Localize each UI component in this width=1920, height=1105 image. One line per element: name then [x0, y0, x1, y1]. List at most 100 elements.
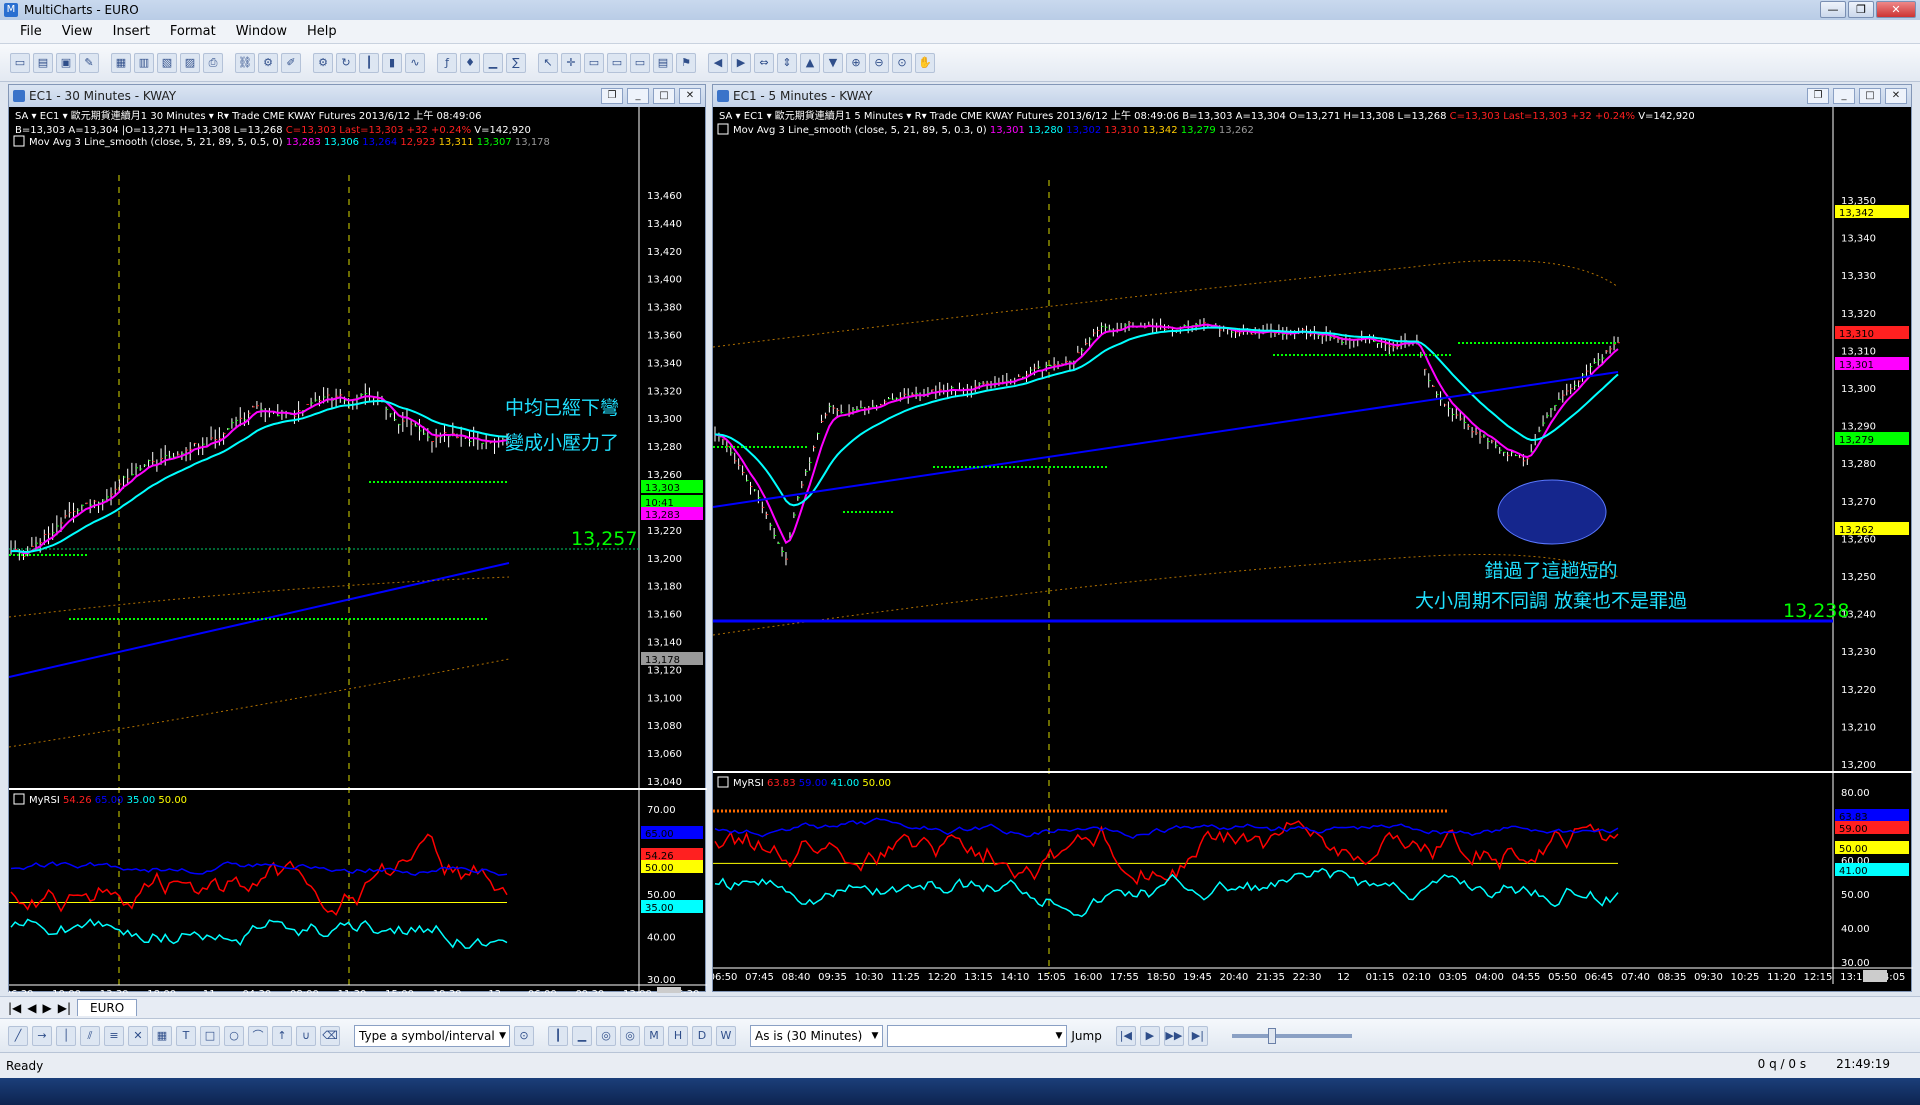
drawing-mode-icon[interactable]: ✐: [281, 52, 301, 73]
chart-canvas-30min[interactable]: SA ▾ EC1 ▾ 歐元期貨連續月1 30 Minutes ▾ R▾ Trad…: [9, 107, 707, 993]
chart-window-title[interactable]: EC1 - 30 Minutes - KWAY ❐ _ □ ✕: [9, 85, 705, 107]
expand-icon[interactable]: ⇕: [777, 52, 797, 73]
day-icon[interactable]: D: [692, 1025, 712, 1046]
zoom-in-icon[interactable]: ⊕: [846, 52, 866, 73]
trendline-icon[interactable]: ╱: [8, 1025, 28, 1046]
chevron-down-icon[interactable]: ▼: [499, 1026, 506, 1046]
volume-type-icon[interactable]: ▁: [572, 1025, 592, 1046]
new-icon[interactable]: ▭: [10, 52, 30, 73]
fibonacci-icon[interactable]: ≡: [104, 1025, 124, 1046]
scroll-start-icon[interactable]: |◀: [1115, 1025, 1136, 1046]
restore-icon[interactable]: ❐: [601, 88, 623, 104]
hour-icon[interactable]: H: [668, 1025, 688, 1046]
eraser-icon[interactable]: ⌫: [320, 1025, 340, 1046]
restore-icon[interactable]: ❐: [1807, 88, 1829, 104]
minimize-icon[interactable]: _: [627, 88, 649, 104]
chart-window-30min[interactable]: EC1 - 30 Minutes - KWAY ❐ _ □ ✕ SA ▾ EC1 ▾ …: [8, 84, 707, 993]
candle-icon[interactable]: ▮: [382, 52, 402, 73]
chart-window-5min[interactable]: EC1 - 5 Minutes - KWAY ❐ _ □ ✕ SA ▾ EC1 ▾ 歐…: [712, 84, 1913, 993]
pointer-icon[interactable]: ↖: [538, 52, 558, 73]
close-button[interactable]: ✕: [1876, 1, 1916, 18]
studies-icon[interactable]: ∑: [506, 52, 526, 73]
rectangle-icon[interactable]: □: [200, 1025, 220, 1046]
date-select[interactable]: ▼: [887, 1024, 1068, 1047]
zoom-fit-icon[interactable]: ⊙: [892, 52, 912, 73]
menu-window[interactable]: Window: [226, 24, 297, 39]
bar-chart-icon[interactable]: ┃: [359, 52, 379, 73]
search-icon[interactable]: ⊙: [514, 1025, 534, 1046]
volume-icon[interactable]: ▁: [483, 52, 503, 73]
bar-type-icon[interactable]: ┃: [548, 1025, 568, 1046]
quotes-icon[interactable]: ▤: [653, 52, 673, 73]
minimize-icon[interactable]: _: [1833, 88, 1855, 104]
ellipse-icon[interactable]: ○: [224, 1025, 244, 1046]
indicator-icon[interactable]: ƒ: [437, 52, 457, 73]
gann-icon[interactable]: ✕: [128, 1025, 148, 1046]
refresh-icon[interactable]: ↻: [336, 52, 356, 73]
arrow-up-icon[interactable]: ↑: [272, 1025, 292, 1046]
maximize-icon[interactable]: □: [1859, 88, 1881, 104]
hand-icon[interactable]: ✋: [915, 52, 935, 73]
close-icon[interactable]: ✕: [1885, 88, 1907, 104]
scroll-end-icon[interactable]: ▶|: [1187, 1025, 1208, 1046]
save-icon[interactable]: ▣: [56, 52, 76, 73]
line-chart-icon[interactable]: ∿: [405, 52, 425, 73]
sheet-tab-euro[interactable]: EURO: [77, 999, 138, 1016]
last-sheet-icon[interactable]: ▶|: [58, 1001, 71, 1015]
scanner-icon[interactable]: ▥: [134, 52, 154, 73]
arc-icon[interactable]: ⌒: [248, 1025, 268, 1046]
window-cascade-icon[interactable]: ▭: [607, 52, 627, 73]
menu-file[interactable]: File: [10, 24, 52, 39]
scroll-left-icon[interactable]: ◀: [708, 52, 728, 73]
strategy-icon[interactable]: ♦: [460, 52, 480, 73]
text-icon[interactable]: T: [176, 1025, 196, 1046]
jump-button[interactable]: Jump: [1071, 1029, 1101, 1043]
maximize-icon[interactable]: □: [653, 88, 675, 104]
menu-view[interactable]: View: [52, 24, 103, 39]
print-icon[interactable]: ⎙: [203, 52, 223, 73]
alert-icon[interactable]: ⚑: [676, 52, 696, 73]
zoom-out-icon[interactable]: ⊖: [869, 52, 889, 73]
menu-insert[interactable]: Insert: [103, 24, 160, 39]
minimize-button[interactable]: —: [1820, 1, 1846, 18]
scale-up-icon[interactable]: ▲: [800, 52, 820, 73]
window-tile-icon[interactable]: ▭: [584, 52, 604, 73]
channel-icon[interactable]: ⫽: [80, 1025, 100, 1046]
window-arrange-icon[interactable]: ▭: [630, 52, 650, 73]
settings-icon[interactable]: ⚙: [313, 52, 333, 73]
menu-format[interactable]: Format: [160, 24, 226, 39]
link-icon[interactable]: ⛓: [235, 52, 255, 73]
portfolio-icon[interactable]: ▨: [180, 52, 200, 73]
edit-icon[interactable]: ✎: [79, 52, 99, 73]
vertical-line-icon[interactable]: │: [56, 1025, 76, 1046]
scroll-right-icon[interactable]: ▶: [731, 52, 751, 73]
play-icon[interactable]: ▶: [1139, 1025, 1160, 1046]
ray-icon[interactable]: →: [32, 1025, 52, 1046]
prev-sheet-icon[interactable]: ◀: [27, 1001, 36, 1015]
chart-window-icon[interactable]: ▦: [111, 52, 131, 73]
chart-window-title[interactable]: EC1 - 5 Minutes - KWAY ❐ _ □ ✕: [713, 85, 1911, 107]
scale-down-icon[interactable]: ▼: [823, 52, 843, 73]
dom-icon[interactable]: ▧: [157, 52, 177, 73]
magnet-icon[interactable]: ∪: [296, 1025, 316, 1046]
tick-type-icon[interactable]: ◎: [596, 1025, 616, 1046]
chevron-down-icon[interactable]: ▼: [1055, 1026, 1062, 1046]
open-icon[interactable]: ▤: [33, 52, 53, 73]
maximize-button[interactable]: ❐: [1848, 1, 1874, 18]
compress-icon[interactable]: ⇔: [754, 52, 774, 73]
week-icon[interactable]: W: [716, 1025, 736, 1046]
slider-thumb[interactable]: [1267, 1027, 1276, 1044]
crosshair-icon[interactable]: ✛: [561, 52, 581, 73]
interval-select[interactable]: As is (30 Minutes) ▼: [750, 1024, 884, 1047]
close-icon[interactable]: ✕: [679, 88, 701, 104]
menu-help[interactable]: Help: [297, 24, 347, 39]
grid-icon[interactable]: ▦: [152, 1025, 172, 1046]
fast-forward-icon[interactable]: ▶▶: [1163, 1025, 1184, 1046]
range-type-icon[interactable]: ◎: [620, 1025, 640, 1046]
chevron-down-icon[interactable]: ▼: [871, 1026, 878, 1046]
symbol-input[interactable]: Type a symbol/interval ▼: [354, 1024, 510, 1047]
minute-icon[interactable]: M: [644, 1025, 664, 1046]
first-sheet-icon[interactable]: |◀: [8, 1001, 21, 1015]
speed-slider[interactable]: [1231, 1027, 1352, 1044]
chart-canvas-5min[interactable]: SA ▾ EC1 ▾ 歐元期貨連續月1 5 Minutes ▾ R▾ Trade…: [713, 107, 1913, 993]
